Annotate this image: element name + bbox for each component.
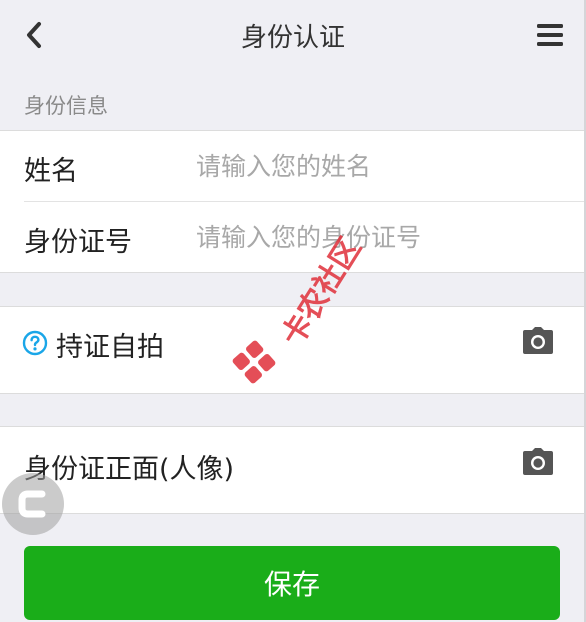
c-logo-icon — [18, 490, 46, 518]
identity-info-card: 姓名 身份证号 — [0, 130, 584, 273]
page-title: 身份认证 — [240, 23, 345, 53]
id-front-camera-button[interactable] — [521, 447, 555, 477]
section-label-identity: 身份信息 — [24, 94, 108, 118]
app-frame: 身份认证 身份信息 姓名 身份证号 持证自拍 — [0, 0, 586, 622]
id-front-photo-card[interactable]: 身份证正面(人像) — [0, 426, 584, 514]
menu-button[interactable] — [534, 21, 566, 49]
floating-assistant-button[interactable] — [2, 473, 64, 535]
name-input[interactable] — [196, 145, 566, 187]
camera-icon — [523, 327, 553, 354]
id-number-row: 身份证号 — [0, 202, 584, 272]
selfie-camera-button[interactable] — [521, 326, 555, 356]
selfie-label: 持证自拍 — [56, 332, 164, 363]
name-label: 姓名 — [24, 156, 78, 187]
name-row: 姓名 — [0, 131, 584, 201]
id-number-input[interactable] — [196, 216, 566, 258]
question-circle-icon[interactable] — [22, 330, 48, 356]
id-number-label: 身份证号 — [24, 227, 132, 258]
camera-icon — [523, 448, 553, 475]
hamburger-menu-icon — [537, 24, 563, 46]
save-button[interactable]: 保存 — [24, 546, 560, 620]
selfie-photo-card[interactable]: 持证自拍 — [0, 306, 584, 394]
header: 身份认证 — [0, 0, 586, 70]
